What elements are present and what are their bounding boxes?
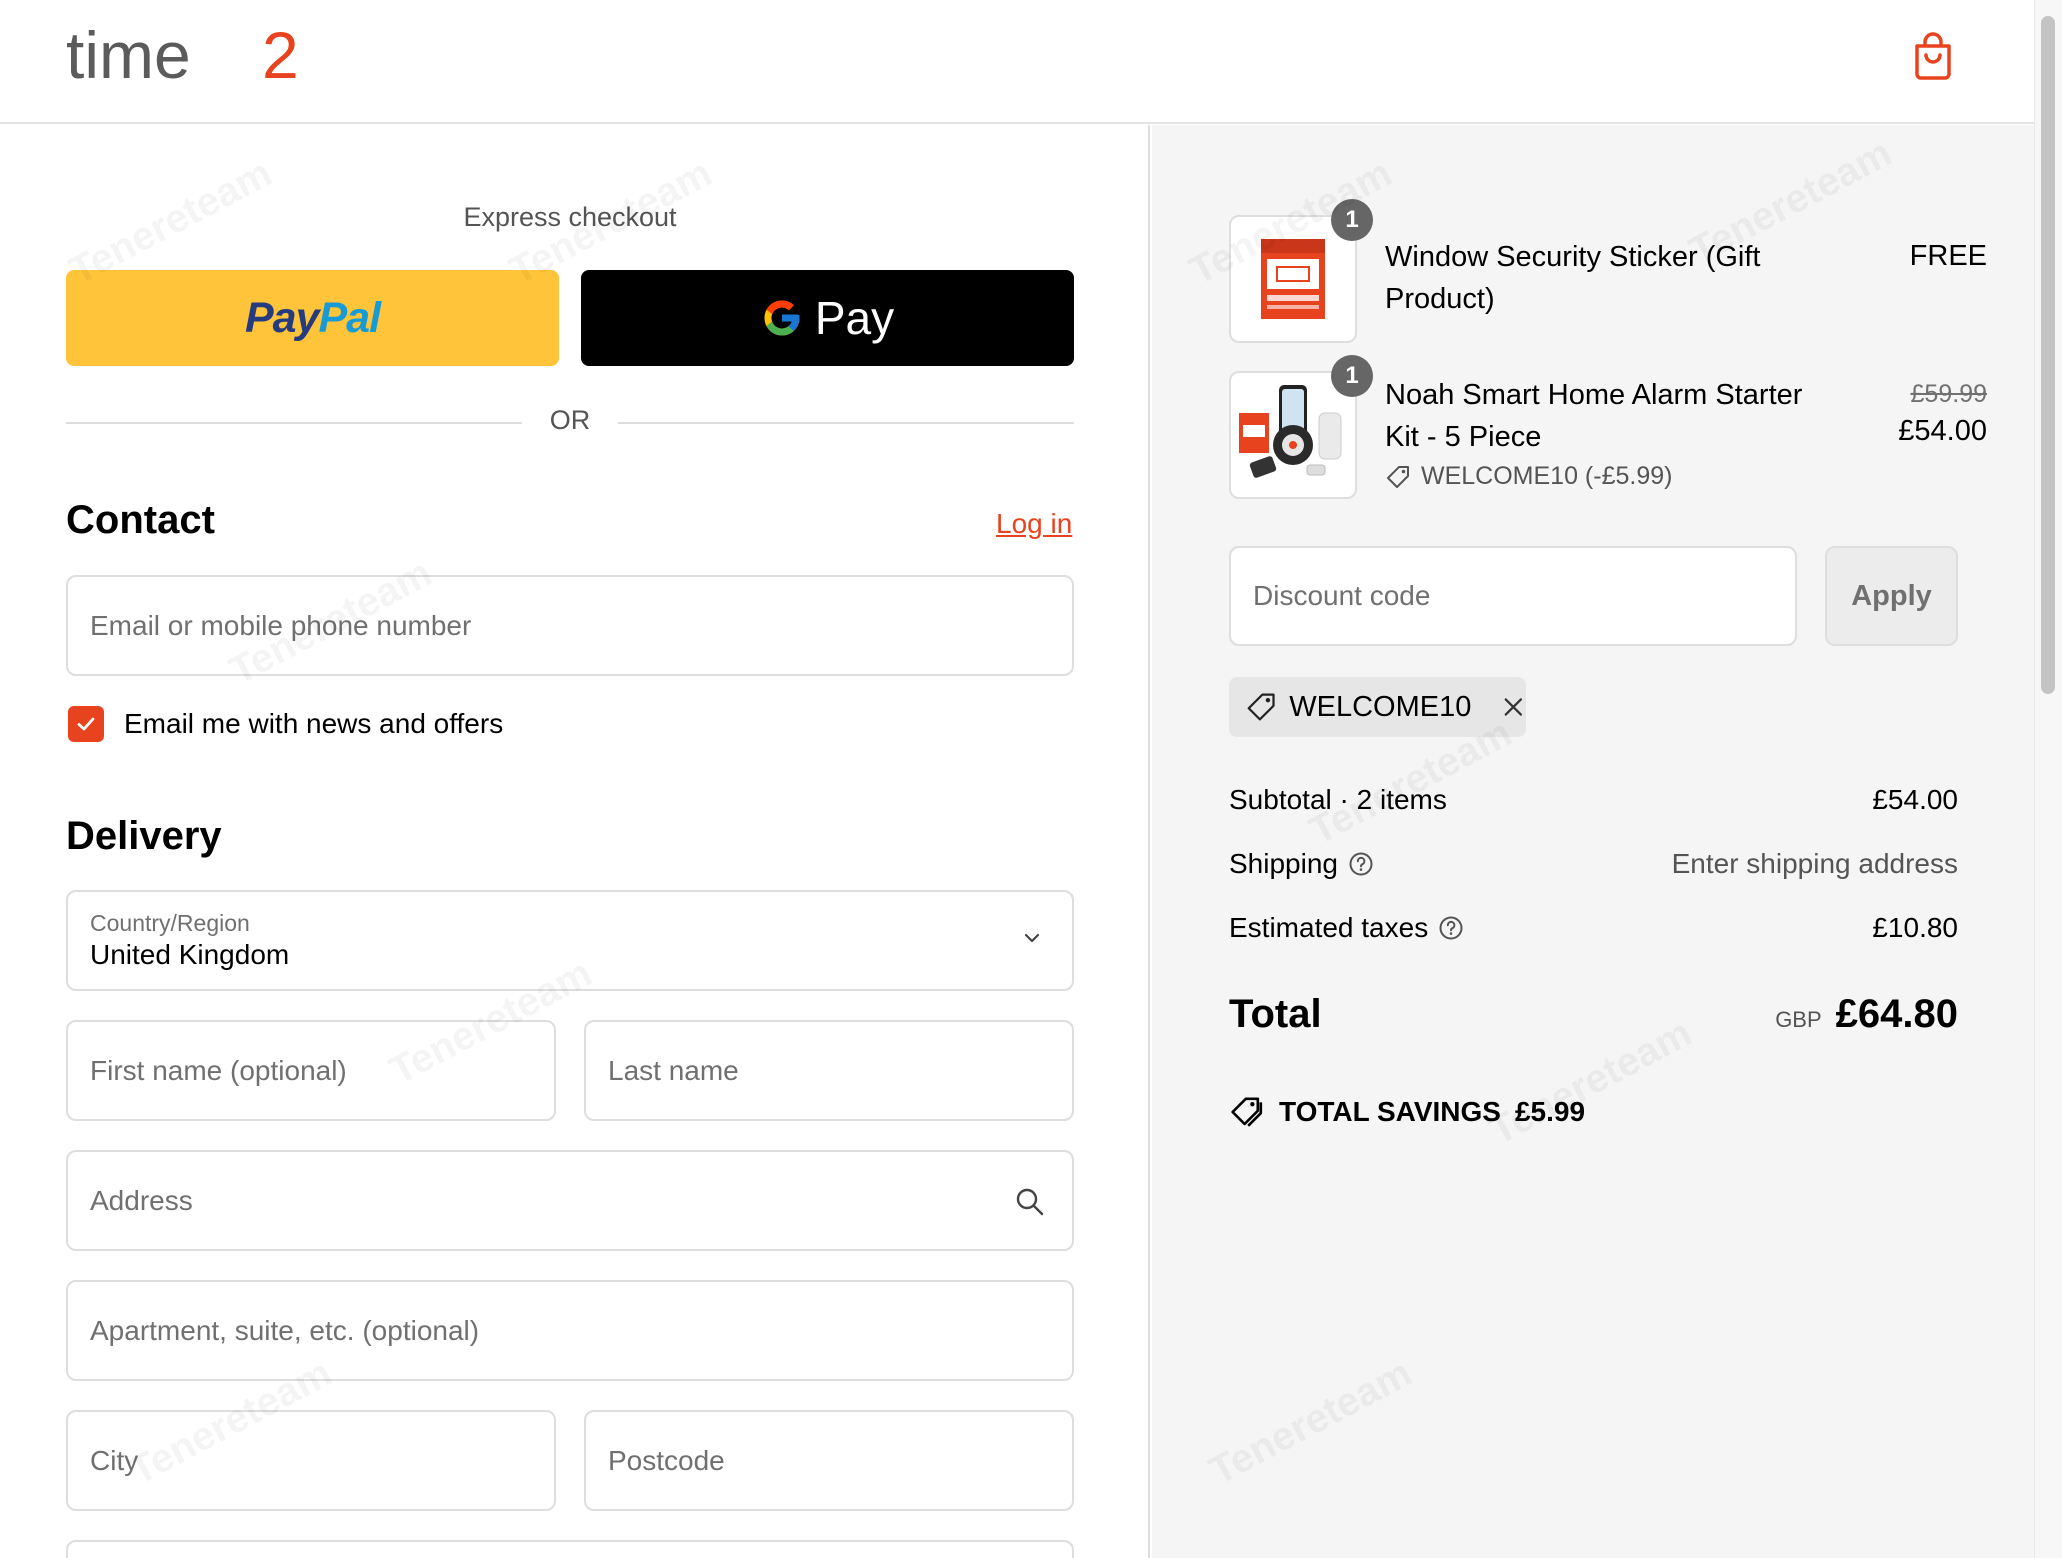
shopping-bag-icon[interactable]: [1908, 30, 1958, 80]
paypal-logo: PayPal: [244, 293, 381, 343]
last-name-placeholder: Last name: [608, 1054, 739, 1086]
apartment-placeholder: Apartment, suite, etc. (optional): [90, 1314, 480, 1346]
first-name-placeholder: First name (optional): [90, 1054, 347, 1086]
express-checkout-label: Express checkout: [463, 202, 677, 232]
item-name-line2: Product): [1385, 283, 1495, 315]
country-select[interactable]: Country/Region United Kingdom: [66, 890, 1074, 991]
taxes-label-group: Estimated taxes: [1229, 912, 1464, 944]
site-header: time 2: [0, 0, 2034, 124]
city-placeholder: City: [90, 1444, 139, 1476]
delivery-title: Delivery: [66, 814, 222, 858]
country-value: United Kingdom: [90, 939, 290, 970]
google-g-icon: [764, 300, 800, 336]
product-thumbnail: 1: [1229, 355, 1373, 499]
total-value-group: GBP £64.80: [1775, 992, 1958, 1037]
taxes-row: Estimated taxes £10.80: [1229, 912, 1958, 944]
checkmark-icon: [77, 717, 95, 731]
country-label: Country/Region: [90, 910, 250, 936]
address-placeholder: Address: [90, 1184, 193, 1216]
savings-value: £5.99: [1514, 1096, 1586, 1127]
postcode-field[interactable]: Postcode: [584, 1410, 1074, 1511]
warning-sticker-image: [1261, 239, 1325, 319]
contact-title: Contact: [66, 498, 215, 542]
item-price: FREE: [1909, 240, 1987, 272]
item-discount-label: WELCOME10 (-£5.99): [1421, 462, 1673, 490]
applied-code-label: WELCOME10: [1289, 690, 1472, 723]
postcode-placeholder: Postcode: [608, 1444, 725, 1476]
total-amount: £64.80: [1835, 992, 1958, 1036]
logo-text-time: time: [66, 22, 191, 92]
email-placeholder: Email or mobile phone number: [90, 609, 472, 641]
shipping-value: Enter shipping address: [1671, 848, 1958, 879]
google-pay-label: Pay: [814, 292, 895, 344]
taxes-value: £10.80: [1872, 912, 1958, 943]
savings-label: TOTAL SAVINGS: [1279, 1096, 1501, 1127]
time2-logo[interactable]: time 2: [66, 22, 336, 92]
divider-line-right: [618, 422, 1074, 424]
subtotal-label: Subtotal · 2 items: [1229, 784, 1447, 815]
tag-icon: [1387, 465, 1409, 488]
item-price: £54.00: [1898, 415, 1987, 447]
scrollbar-thumb[interactable]: [2041, 16, 2055, 694]
subtotal-row: Subtotal · 2 items £54.00: [1229, 784, 1958, 816]
phone-field[interactable]: [66, 1540, 1074, 1558]
chevron-down-icon: [1024, 933, 1040, 943]
tag-icon: [1247, 693, 1275, 721]
help-circle-icon[interactable]: [1438, 915, 1464, 941]
or-divider: OR: [66, 405, 1074, 439]
login-link[interactable]: Log in: [996, 508, 1072, 540]
shipping-label-group: Shipping: [1229, 848, 1374, 880]
email-field[interactable]: Email or mobile phone number: [66, 575, 1074, 676]
paypal-logo-pay: Pay: [244, 293, 320, 342]
item-name-line2: Kit - 5 Piece: [1385, 421, 1542, 453]
taxes-label: Estimated taxes: [1229, 912, 1429, 943]
search-icon[interactable]: [1014, 1186, 1046, 1218]
first-name-field[interactable]: First name (optional): [66, 1020, 556, 1121]
apply-discount-button[interactable]: Apply: [1825, 546, 1958, 646]
quantity-badge: 1: [1331, 355, 1373, 397]
item-name-line1: Noah Smart Home Alarm Starter: [1385, 379, 1803, 411]
paypal-button[interactable]: PayPal: [66, 270, 559, 366]
help-circle-icon[interactable]: [1348, 851, 1374, 877]
or-text: OR: [549, 405, 591, 435]
shipping-label: Shipping: [1229, 848, 1338, 879]
quantity-badge: 1: [1331, 199, 1373, 241]
shipping-row: Shipping Enter shipping address: [1229, 848, 1958, 880]
discount-placeholder: Discount code: [1253, 580, 1431, 611]
alarm-kit-image: [1239, 385, 1342, 478]
discount-code-input[interactable]: Discount code: [1229, 546, 1797, 646]
total-row: Total GBP £64.80: [1229, 992, 1958, 1037]
apartment-field[interactable]: Apartment, suite, etc. (optional): [66, 1280, 1074, 1381]
total-savings: TOTAL SAVINGS £5.99: [1229, 1094, 1585, 1130]
newsletter-checkbox[interactable]: [68, 706, 104, 742]
last-name-field[interactable]: Last name: [584, 1020, 1074, 1121]
city-field[interactable]: City: [66, 1410, 556, 1511]
item-original-price: £59.99: [1910, 380, 1987, 408]
product-thumbnail: 1: [1229, 199, 1373, 343]
currency-code: GBP: [1775, 1007, 1822, 1032]
item-price-block: £59.99 £54.00: [1898, 380, 1987, 448]
subtotal-value: £54.00: [1872, 784, 1958, 815]
total-label: Total: [1229, 992, 1322, 1036]
google-pay-button[interactable]: Pay: [581, 270, 1074, 366]
address-field[interactable]: Address: [66, 1150, 1074, 1251]
paypal-logo-pal: Pal: [318, 293, 381, 342]
cart-item-name: Window Security Sticker (Gift Product): [1385, 236, 1845, 320]
newsletter-label: Email me with news and offers: [124, 708, 504, 739]
logo-text-2: 2: [262, 22, 299, 92]
item-name-line1: Window Security Sticker (Gift: [1385, 241, 1761, 273]
item-discount: WELCOME10 (-£5.99): [1385, 462, 1672, 491]
close-icon[interactable]: [1501, 694, 1526, 720]
applied-code-chip: WELCOME10: [1229, 677, 1526, 737]
tags-icon: [1231, 1097, 1263, 1127]
cart-item-name: Noah Smart Home Alarm Starter Kit - 5 Pi…: [1385, 374, 1845, 458]
